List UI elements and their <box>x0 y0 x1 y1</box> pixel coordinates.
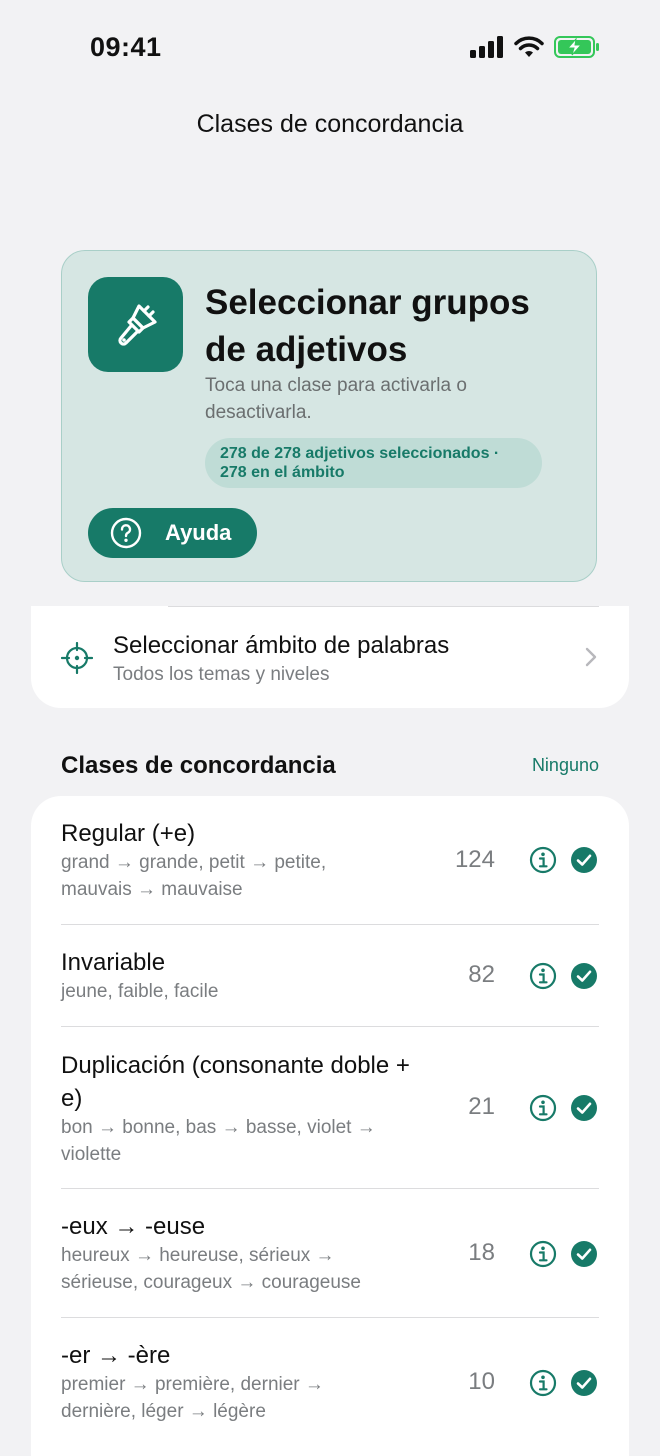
hero-title: Seleccionar grupos de adjetivos <box>205 283 530 369</box>
battery-charging-icon <box>554 36 599 58</box>
info-icon[interactable] <box>529 1369 557 1397</box>
status-icons <box>470 36 600 58</box>
page-title: Clases de concordancia <box>196 110 464 138</box>
status-bar: 09:41 <box>0 0 660 96</box>
selection-count-badge: 278 de 278 adjetivos seleccionados · 278… <box>205 438 542 488</box>
checkmark-circle-icon[interactable] <box>570 1369 598 1397</box>
class-examples: premier → première, dernier → dernière, … <box>61 1374 324 1422</box>
hero-card: Seleccionar grupos de adjetivos Toca una… <box>61 250 597 582</box>
list-item[interactable]: Regular (+e) grand → grande, petit → pet… <box>31 796 629 924</box>
class-count: 10 <box>468 1368 495 1395</box>
help-button[interactable]: Ayuda <box>88 508 257 558</box>
class-title: -er → -ère <box>61 1342 171 1369</box>
checkmark-circle-icon[interactable] <box>570 962 598 990</box>
class-examples: jeune, faible, facile <box>61 981 219 1002</box>
info-icon[interactable] <box>529 846 557 874</box>
info-icon[interactable] <box>529 1094 557 1122</box>
list-item[interactable]: -eux → -euse heureux → heureuse, sérieux… <box>31 1189 629 1317</box>
info-icon[interactable] <box>529 962 557 990</box>
class-count: 82 <box>468 961 495 988</box>
chevron-right-icon <box>585 647 597 667</box>
class-title: -eux → -euse <box>61 1213 206 1240</box>
class-title: Invariable <box>61 949 166 976</box>
checkmark-circle-icon[interactable] <box>570 1094 598 1122</box>
cellular-signal-icon <box>470 36 503 58</box>
target-scope-icon <box>61 642 93 674</box>
agreement-classes-list: Regular (+e) grand → grande, petit → pet… <box>31 796 629 1456</box>
help-button-label: Ayuda <box>165 520 232 545</box>
wifi-icon <box>514 36 544 57</box>
scope-subtitle: Todos los temas y niveles <box>113 664 330 685</box>
list-item[interactable]: -er → -ère premier → première, dernier →… <box>31 1318 629 1446</box>
scope-title: Seleccionar ámbito de palabras <box>113 632 450 659</box>
class-count: 21 <box>468 1093 495 1120</box>
class-examples: heureux → heureuse, sérieux → sérieuse, … <box>61 1245 361 1293</box>
paintbrush-icon <box>88 277 183 372</box>
list-item[interactable]: Duplicación (consonante doble + e) bon →… <box>31 1027 629 1188</box>
class-count: 124 <box>454 846 495 873</box>
divider <box>168 606 599 607</box>
checkmark-circle-icon[interactable] <box>570 846 598 874</box>
list-item[interactable]: Invariable jeune, faible, facile 82 <box>31 925 629 1026</box>
class-title: Duplicación (consonante doble + e) <box>61 1052 410 1112</box>
question-circle-icon <box>110 517 142 549</box>
word-scope-row[interactable]: Seleccionar ámbito de palabras Todos los… <box>31 606 629 708</box>
checkmark-circle-icon[interactable] <box>570 1240 598 1268</box>
select-none-button[interactable]: Ninguno <box>532 755 599 776</box>
info-icon[interactable] <box>529 1240 557 1268</box>
hero-subtitle: Toca una clase para activarla o desactiv… <box>205 375 467 423</box>
section-title: Clases de concordancia <box>61 752 336 779</box>
class-title: Regular (+e) <box>61 820 196 847</box>
status-time: 09:41 <box>90 32 162 62</box>
class-examples: grand → grande, petit → petite, mauvais … <box>61 852 327 900</box>
class-examples: bon → bonne, bas → basse, violet → viole… <box>61 1117 376 1165</box>
class-count: 18 <box>468 1239 495 1266</box>
